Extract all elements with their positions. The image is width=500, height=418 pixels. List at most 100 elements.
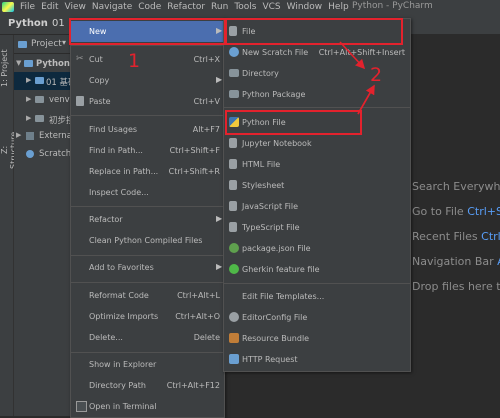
menu-item-reformat-code[interactable]: Reformat Code Ctrl+Alt+L: [71, 285, 224, 306]
menu-item-typescript-file[interactable]: TypeScript File: [224, 217, 410, 238]
menu-item-label: Stylesheet: [242, 181, 285, 190]
menu-item-replace-in-path[interactable]: Replace in Path... Ctrl+Shift+R: [71, 161, 224, 182]
breadcrumb-folder[interactable]: 01: [52, 18, 65, 29]
menu-vcs[interactable]: VCS: [259, 2, 283, 12]
tree-item-label: Scratches: [39, 149, 70, 159]
hint-recent-files: Recent Files Ctrl+: [412, 230, 500, 243]
menu-item-label: Copy: [89, 76, 110, 85]
menu-item-label: EditorConfig File: [242, 313, 308, 322]
hint-label: Recent Files: [412, 230, 478, 243]
menu-item-http-request[interactable]: HTTP Request: [224, 349, 410, 370]
menu-item-refactor[interactable]: Refactor ▶: [71, 209, 224, 230]
menu-item-label: Refactor: [89, 215, 123, 224]
expand-arrow-icon[interactable]: ▼: [16, 59, 21, 67]
tree-item-chubu[interactable]: ▶ 初步接: [14, 110, 70, 128]
project-folder-icon: [18, 41, 27, 48]
hint-drop-files: Drop files here to: [412, 280, 500, 293]
menu-item-label: Python Package: [242, 90, 306, 99]
menu-item-find-usages[interactable]: Find Usages Alt+F7: [71, 119, 224, 140]
menu-item-delete[interactable]: Delete... Delete: [71, 327, 224, 348]
menu-navigate[interactable]: Navigate: [89, 2, 135, 12]
tree-item-label: Python: [36, 59, 70, 69]
collapse-arrow-icon[interactable]: ▶: [26, 76, 31, 84]
menu-item-edit-templates[interactable]: Edit File Templates...: [224, 286, 410, 307]
collapse-arrow-icon[interactable]: ▶: [16, 131, 21, 139]
menu-item-find-in-path[interactable]: Find in Path... Ctrl+Shift+F: [71, 140, 224, 161]
menu-item-jupyter-notebook[interactable]: Jupyter Notebook: [224, 133, 410, 154]
menu-tools[interactable]: Tools: [231, 2, 259, 12]
menu-item-stylesheet[interactable]: Stylesheet: [224, 175, 410, 196]
menu-item-label: Edit File Templates...: [242, 292, 325, 301]
menu-edit[interactable]: Edit: [38, 2, 61, 12]
menu-item-label: Open in Terminal: [89, 402, 157, 411]
menu-separator: [71, 352, 224, 353]
menu-item-label: TypeScript File: [242, 223, 300, 232]
collapse-arrow-icon[interactable]: ▶: [26, 95, 31, 103]
tab-structure[interactable]: Z: Structure: [0, 127, 18, 173]
menu-item-shortcut: Ctrl+X: [193, 55, 220, 64]
menu-item-shortcut: Ctrl+Alt+F12: [166, 381, 220, 390]
menu-item-paste[interactable]: Paste Ctrl+V: [71, 91, 224, 112]
menu-item-shortcut: Ctrl+Alt+L: [177, 291, 220, 300]
menu-item-shortcut: Ctrl+Alt+O: [175, 312, 220, 321]
breadcrumb-separator-icon: ›: [42, 18, 46, 28]
hint-shortcut: Ctrl+: [481, 230, 500, 243]
menu-item-optimize-imports[interactable]: Optimize Imports Ctrl+Alt+O: [71, 306, 224, 327]
collapse-arrow-icon[interactable]: ▶: [26, 114, 31, 122]
menu-item-label: Clean Python Compiled Files: [89, 236, 203, 245]
tree-item-scratches[interactable]: Scratches: [14, 145, 70, 163]
annotation-box-new: [69, 18, 226, 45]
dropdown-arrow-icon[interactable]: ▾: [62, 38, 66, 47]
tree-item-label: 01 基础: [46, 78, 70, 88]
menu-item-resource-bundle[interactable]: Resource Bundle: [224, 328, 410, 349]
pycharm-logo-icon: [2, 2, 14, 12]
menu-item-inspect-code[interactable]: Inspect Code...: [71, 182, 224, 203]
menu-item-show-in-explorer[interactable]: Show in Explorer: [71, 354, 224, 375]
scissors-icon: ✂: [76, 54, 84, 64]
menu-item-label: Gherkin feature file: [242, 265, 320, 274]
menu-item-shortcut: Ctrl+V: [193, 97, 220, 106]
menu-view[interactable]: View: [62, 2, 89, 12]
menu-bar: File Edit View Navigate Code Refactor Ru…: [0, 0, 500, 14]
menu-help[interactable]: Help: [325, 2, 352, 12]
folder-icon: [35, 96, 44, 103]
menu-item-label: Optimize Imports: [89, 312, 159, 321]
menu-item-cut[interactable]: ✂ Cut Ctrl+X: [71, 49, 224, 70]
menu-item-clean-compiled[interactable]: Clean Python Compiled Files: [71, 230, 224, 251]
menu-item-shortcut: Ctrl+Shift+F: [169, 146, 220, 155]
project-panel-title[interactable]: Project: [31, 39, 62, 49]
menu-item-gherkin[interactable]: Gherkin feature file: [224, 259, 410, 280]
context-menu: New ▶ ✂ Cut Ctrl+X Copy ▶ Paste Ctrl+V F…: [70, 18, 225, 418]
tab-project[interactable]: 1: Project: [0, 39, 13, 97]
tree-item-external-libraries[interactable]: ▶ External L: [14, 127, 70, 145]
menu-file[interactable]: File: [17, 2, 38, 12]
menu-code[interactable]: Code: [135, 2, 164, 12]
menu-item-label: Directory Path: [89, 381, 146, 390]
hint-search-everywhere: Search Everywhere: [412, 180, 500, 193]
menu-item-copy[interactable]: Copy ▶: [71, 70, 224, 91]
typescript-icon: [229, 222, 237, 232]
folder-icon: [229, 69, 239, 77]
html-icon: [229, 159, 237, 169]
menu-window[interactable]: Window: [284, 2, 326, 12]
menu-item-label: Find in Path...: [89, 146, 143, 155]
menu-item-label: HTML File: [242, 160, 281, 169]
menu-item-label: Reformat Code: [89, 291, 149, 300]
menu-item-add-to-favorites[interactable]: Add to Favorites ▶: [71, 257, 224, 278]
clipboard-icon: [76, 96, 84, 106]
menu-item-editorconfig[interactable]: EditorConfig File: [224, 307, 410, 328]
menu-refactor[interactable]: Refactor: [164, 2, 208, 12]
menu-item-javascript-file[interactable]: JavaScript File: [224, 196, 410, 217]
menu-item-html-file[interactable]: HTML File: [224, 154, 410, 175]
hint-navigation-bar: Navigation Bar Al: [412, 255, 500, 268]
annotation-arrow-head: [357, 84, 375, 115]
tree-item-01[interactable]: ▶ 01 基础: [14, 72, 70, 90]
menu-item-label: Directory: [242, 69, 279, 78]
menu-item-package-json[interactable]: package.json File: [224, 238, 410, 259]
menu-run[interactable]: Run: [208, 2, 231, 12]
menu-item-open-in-terminal[interactable]: Open in Terminal: [71, 396, 224, 417]
tree-item-venv[interactable]: ▶ venv: [14, 91, 70, 109]
menu-separator: [71, 206, 224, 207]
menu-item-directory-path[interactable]: Directory Path Ctrl+Alt+F12: [71, 375, 224, 396]
tree-item-python[interactable]: ▼ Python: [14, 55, 70, 73]
